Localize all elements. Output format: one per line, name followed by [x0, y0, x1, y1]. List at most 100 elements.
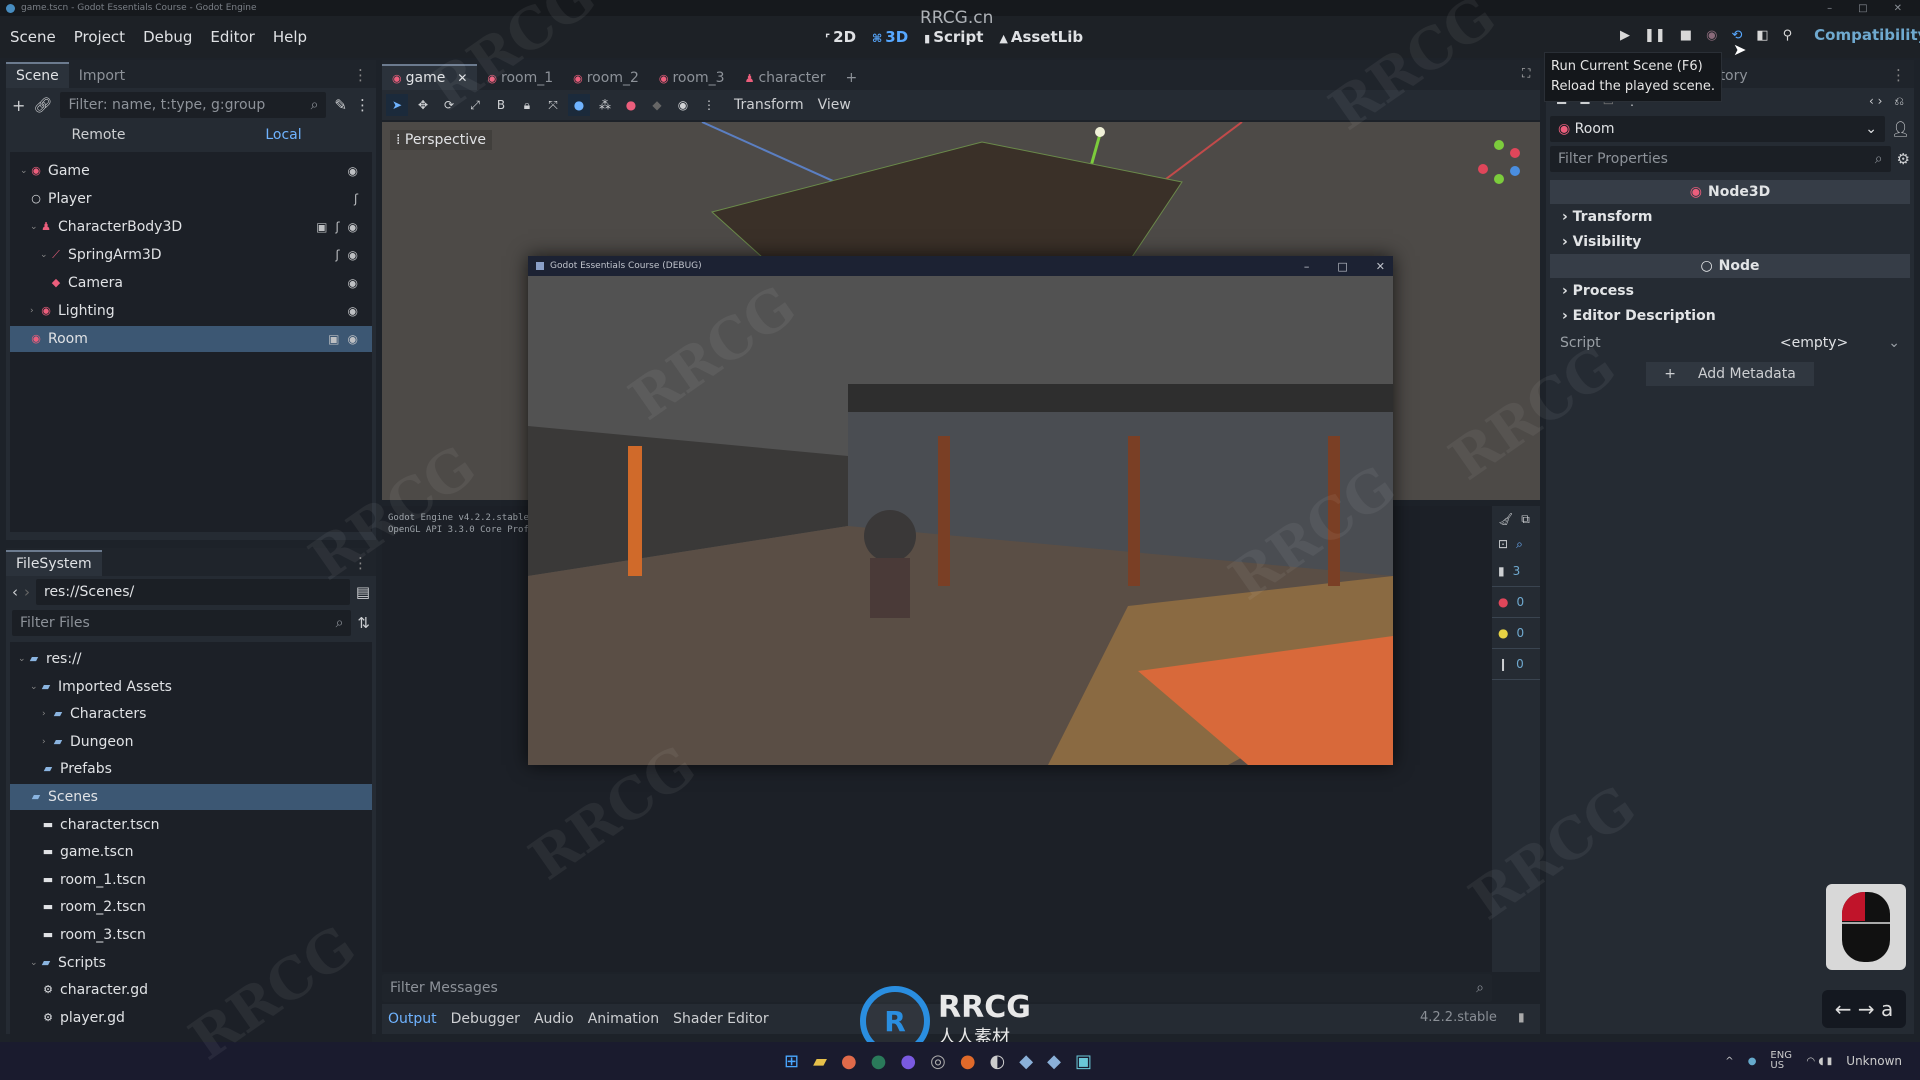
history-nav-icon[interactable]: ‹ › — [1869, 94, 1882, 108]
search-icon[interactable]: ⌕ — [1516, 537, 1523, 552]
filter-properties-input[interactable]: Filter Properties ⌕ — [1550, 146, 1891, 172]
script-icon[interactable]: ʃ — [354, 192, 358, 206]
script-icon[interactable]: ʃ — [335, 220, 339, 234]
select-tool-icon[interactable]: ➤ — [386, 94, 408, 116]
file-item[interactable]: ▰ Prefabs — [10, 756, 372, 782]
clock[interactable]: Unknown — [1846, 1054, 1902, 1068]
scene-instance-icon[interactable]: ▣ — [316, 220, 327, 234]
visibility-icon[interactable]: ◉ — [348, 304, 358, 318]
app-icon[interactable]: ● — [960, 1051, 976, 1072]
file-item[interactable]: ▬ game.tscn — [10, 839, 372, 865]
section-transform[interactable]: › Transform — [1550, 204, 1910, 229]
move-tool-icon[interactable]: ✥ — [412, 94, 434, 116]
scene-node-characterbody3d[interactable]: ⌄ ♟ CharacterBody3D ▣ ʃ ◉ — [10, 214, 372, 240]
play-icon[interactable]: ▶ — [1620, 28, 1630, 43]
scene-node-room[interactable]: ◉ Room ▣ ◉ — [10, 326, 372, 352]
tray-expand-icon[interactable]: ^ — [1725, 1056, 1733, 1067]
expand-arrow-icon[interactable]: › — [42, 737, 52, 747]
godot-taskbar-icon[interactable]: ◆ — [1047, 1051, 1061, 1072]
file-item[interactable]: › ▰ Dungeon — [10, 729, 372, 755]
scene-tab-character[interactable]: ♟ character — [735, 66, 836, 90]
menu-project[interactable]: Project — [74, 28, 125, 46]
view-menu[interactable]: View — [818, 97, 851, 113]
discord-icon[interactable]: ● — [900, 1051, 916, 1072]
expand-arrow-icon[interactable]: ⌄ — [40, 250, 50, 260]
section-editor-description[interactable]: › Editor Description — [1550, 303, 1910, 328]
tab-filesystem[interactable]: FileSystem — [6, 550, 102, 576]
scale-tool-icon[interactable]: ⤢ — [464, 94, 486, 116]
mode-script[interactable]: ▮ Script — [924, 28, 983, 46]
pin-icon[interactable]: ▮ — [1518, 1010, 1525, 1024]
dock-menu-icon[interactable]: ⋮ — [1883, 62, 1914, 88]
scene-tab-game[interactable]: ◉ game ✕ — [382, 64, 478, 90]
dock-menu-icon[interactable]: ⋮ — [345, 550, 376, 576]
mode-assetlib[interactable]: ▲ AssetLib — [999, 28, 1083, 46]
close-button[interactable]: ✕ — [1894, 3, 1902, 14]
forward-icon[interactable]: › — [24, 583, 30, 601]
clear-icon[interactable]: 🧹︎ — [1498, 512, 1513, 527]
path-field[interactable]: res://Scenes/ — [36, 579, 350, 605]
neg-x-axis-dot[interactable] — [1478, 164, 1488, 174]
menu-scene[interactable]: Scene — [10, 28, 56, 46]
section-visibility[interactable]: › Visibility — [1550, 229, 1910, 254]
link-icon[interactable]: 🔗︎ — [33, 96, 52, 114]
pause-icon[interactable]: ❚❚ — [1644, 28, 1666, 43]
expand-arrow-icon[interactable]: ⌄ — [20, 166, 30, 176]
add-scene-tab-button[interactable]: + — [836, 66, 868, 90]
camera-preview-icon[interactable]: ● — [620, 94, 642, 116]
wifi-icon[interactable]: ◠ ◖ ▮ — [1806, 1056, 1832, 1067]
file-item[interactable]: ⌄ ▰ Scripts — [10, 950, 372, 976]
distraction-free-icon[interactable]: ⛶ — [1522, 66, 1530, 81]
visibility-icon[interactable]: ◉ — [348, 248, 358, 262]
close-tab-icon[interactable]: ✕ — [457, 71, 467, 85]
scene-node-player[interactable]: ○ Player ʃ — [10, 186, 372, 212]
remote-tab[interactable]: Remote — [6, 127, 191, 143]
scene-tab-room_3[interactable]: ◉ room_3 — [649, 66, 735, 90]
dock-menu-icon[interactable]: ⋮ — [345, 62, 376, 88]
visibility-icon[interactable]: ◉ — [348, 164, 358, 178]
attach-script-icon[interactable]: ✎ — [334, 96, 347, 114]
inspector-options-icon[interactable]: ⚙ — [1897, 150, 1910, 168]
firefox-icon[interactable]: ● — [841, 1051, 857, 1072]
object-properties-icon[interactable]: 👤︎ — [1891, 120, 1910, 138]
section-process[interactable]: › Process — [1550, 278, 1910, 303]
tray-app-icon[interactable]: ● — [1748, 1056, 1757, 1067]
bottom-tab-audio[interactable]: Audio — [534, 1011, 574, 1027]
neg-y-axis-dot[interactable] — [1494, 174, 1504, 184]
ruler-tool-icon[interactable]: B — [490, 94, 512, 116]
rotate-tool-icon[interactable]: ⟳ — [438, 94, 460, 116]
file-explorer-icon[interactable]: ▰ — [813, 1051, 827, 1072]
object-history-icon[interactable]: ⎌ — [1894, 94, 1904, 109]
file-item[interactable]: › ▰ Characters — [10, 701, 372, 727]
menu-editor[interactable]: Editor — [210, 28, 254, 46]
info-filter[interactable]: ❙ 0 — [1492, 649, 1540, 680]
expand-arrow-icon[interactable]: › — [42, 709, 52, 719]
split-mode-icon[interactable]: ▤ — [356, 583, 370, 601]
language-indicator[interactable]: ENG US — [1770, 1051, 1792, 1071]
file-item[interactable]: ▬ room_1.tscn — [10, 867, 372, 893]
scene-tab-room_1[interactable]: ◉ room_1 — [477, 66, 563, 90]
game-window[interactable]: Godot Essentials Course (DEBUG) – □ ✕ — [528, 256, 1393, 765]
sun-toggle-icon[interactable]: ◆ — [646, 94, 668, 116]
menu-debug[interactable]: Debug — [143, 28, 192, 46]
expand-arrow-icon[interactable]: ⌄ — [30, 222, 40, 232]
renderer-select[interactable]: Compatibility — [1814, 26, 1920, 44]
lock-icon[interactable]: 🔒︎ — [516, 94, 538, 116]
collapse-icon[interactable]: ⊡ — [1498, 537, 1508, 552]
transform-menu[interactable]: Transform — [734, 97, 804, 113]
game-close-button[interactable]: ✕ — [1376, 260, 1385, 273]
y-axis-dot[interactable] — [1494, 140, 1504, 150]
menu-help[interactable]: Help — [273, 28, 307, 46]
expand-arrow-icon[interactable]: › — [30, 306, 40, 316]
game-maximize-button[interactable]: □ — [1337, 260, 1347, 273]
game-minimize-button[interactable]: – — [1304, 260, 1310, 273]
more-icon[interactable]: ⋮ — [355, 96, 370, 114]
object-selector[interactable]: ◉ Room ⌄ — [1550, 116, 1885, 142]
add-metadata-button[interactable]: + Add Metadata — [1646, 362, 1814, 386]
expand-arrow-icon[interactable]: ⌄ — [30, 682, 40, 692]
messages-filter[interactable]: ▮ 3 — [1492, 556, 1540, 587]
z-axis-dot[interactable] — [1510, 166, 1520, 176]
run-custom-scene-icon[interactable]: ◧ — [1756, 28, 1768, 43]
local-tab[interactable]: Local — [191, 127, 376, 143]
bottom-tab-shader-editor[interactable]: Shader Editor — [673, 1011, 768, 1027]
